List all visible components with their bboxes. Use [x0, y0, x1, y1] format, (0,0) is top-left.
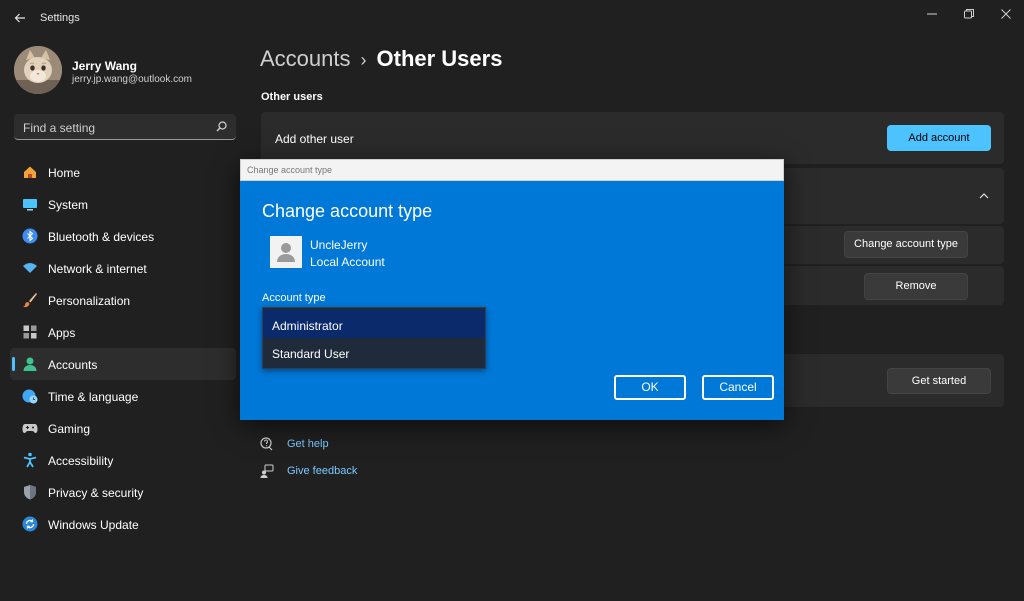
- dialog-title-bar[interactable]: Change account type: [240, 159, 784, 181]
- add-account-button[interactable]: Add account: [887, 125, 991, 151]
- option-administrator[interactable]: Administrator: [263, 310, 485, 338]
- feedback-icon: [260, 464, 276, 480]
- change-account-type-dialog: Change account type Change account type …: [240, 159, 784, 420]
- sidebar-item-apps[interactable]: Apps: [10, 316, 236, 348]
- user-profile[interactable]: Jerry Wang jerry.jp.wang@outlook.com: [14, 46, 234, 96]
- search-input[interactable]: Find a setting: [14, 114, 236, 140]
- wifi-icon: [23, 263, 37, 273]
- sidebar-item-time-language[interactable]: Time & language: [10, 380, 236, 412]
- dialog-user-type: Local Account: [310, 255, 385, 269]
- breadcrumb-separator: ›: [360, 50, 367, 70]
- get-help-label: Get help: [287, 438, 329, 450]
- sidebar-item-network[interactable]: Network & internet: [10, 252, 236, 284]
- option-label: Standard User: [272, 347, 350, 361]
- cancel-button[interactable]: Cancel: [702, 375, 774, 400]
- change-account-type-button[interactable]: Change account type: [844, 231, 968, 258]
- title-bar: Settings: [0, 0, 1024, 36]
- sidebar-item-label: Apps: [48, 326, 76, 340]
- sidebar-item-label: Gaming: [48, 422, 91, 436]
- apps-icon: [23, 325, 37, 339]
- user-name: Jerry Wang: [72, 59, 137, 73]
- restore-icon: [964, 9, 974, 19]
- close-icon: [1001, 9, 1011, 19]
- breadcrumb: Accounts › Other Users: [260, 46, 502, 72]
- bluetooth-icon: [22, 228, 38, 244]
- cat-avatar-icon: [14, 46, 62, 94]
- sidebar-item-bluetooth[interactable]: Bluetooth & devices: [10, 220, 236, 252]
- app-title: Settings: [40, 12, 80, 24]
- add-other-user-label: Add other user: [275, 132, 354, 146]
- search-icon: [216, 121, 227, 132]
- active-indicator: [12, 357, 15, 371]
- give-feedback-label: Give feedback: [287, 465, 358, 477]
- sidebar-item-label: Home: [48, 166, 81, 180]
- get-started-button[interactable]: Get started: [887, 368, 991, 394]
- add-other-user-card: Add other user Add account: [261, 112, 1004, 164]
- sidebar-item-accounts[interactable]: Accounts: [10, 348, 236, 380]
- sidebar-item-accessibility[interactable]: Accessibility: [10, 444, 236, 476]
- page-title: Other Users: [376, 46, 503, 71]
- option-label: Administrator: [272, 319, 343, 333]
- restore-button[interactable]: [954, 2, 984, 24]
- accessibility-icon: [23, 452, 37, 468]
- user-avatar: [270, 236, 302, 268]
- chevron-up-icon: [979, 193, 989, 199]
- sidebar-item-label: Accounts: [48, 358, 98, 372]
- close-button[interactable]: [991, 2, 1021, 24]
- brush-icon: [23, 293, 37, 308]
- sidebar-item-label: Windows Update: [48, 518, 139, 532]
- home-icon: [24, 166, 36, 178]
- sidebar-nav: Home System Bluetooth & devices Network …: [10, 156, 236, 540]
- sidebar-item-label: Personalization: [48, 294, 131, 308]
- dialog-title: Change account type: [247, 165, 333, 175]
- breadcrumb-parent[interactable]: Accounts: [260, 46, 351, 71]
- sidebar-item-label: Privacy & security: [48, 486, 144, 500]
- back-arrow-icon: [14, 13, 25, 23]
- back-button[interactable]: [10, 8, 30, 28]
- search-placeholder: Find a setting: [23, 121, 96, 135]
- user-silhouette-icon: [277, 243, 295, 262]
- shield-icon: [24, 485, 36, 500]
- minimize-icon: [927, 13, 937, 15]
- update-icon: [22, 516, 38, 532]
- minimize-button[interactable]: [917, 2, 947, 24]
- sidebar-item-gaming[interactable]: Gaming: [10, 412, 236, 444]
- sidebar-item-label: System: [48, 198, 89, 212]
- section-title: Other users: [261, 91, 323, 103]
- controller-icon: [22, 424, 38, 433]
- sidebar-item-home[interactable]: Home: [10, 156, 236, 188]
- dialog-user-name: UncleJerry: [310, 238, 368, 252]
- sidebar-item-label: Accessibility: [48, 454, 114, 468]
- person-icon: [23, 357, 37, 371]
- system-icon: [23, 199, 37, 211]
- account-type-dropdown[interactable]: Administrator Standard User: [262, 307, 486, 369]
- sidebar-item-label: Time & language: [48, 390, 139, 404]
- globe-clock-icon: [22, 389, 38, 404]
- dialog-heading: Change account type: [262, 201, 433, 221]
- account-type-label: Account type: [262, 292, 326, 304]
- help-chat-icon: [260, 437, 276, 453]
- option-standard-user[interactable]: Standard User: [263, 338, 485, 366]
- user-email: jerry.jp.wang@outlook.com: [72, 74, 193, 85]
- sidebar-item-system[interactable]: System: [10, 188, 236, 220]
- sidebar-item-privacy[interactable]: Privacy & security: [10, 476, 236, 508]
- avatar: [14, 46, 62, 94]
- remove-button[interactable]: Remove: [864, 273, 968, 300]
- sidebar-item-label: Bluetooth & devices: [48, 230, 155, 244]
- sidebar-item-windows-update[interactable]: Windows Update: [10, 508, 236, 540]
- sidebar-item-label: Network & internet: [48, 262, 147, 276]
- sidebar-item-personalization[interactable]: Personalization: [10, 284, 236, 316]
- ok-button[interactable]: OK: [614, 375, 686, 400]
